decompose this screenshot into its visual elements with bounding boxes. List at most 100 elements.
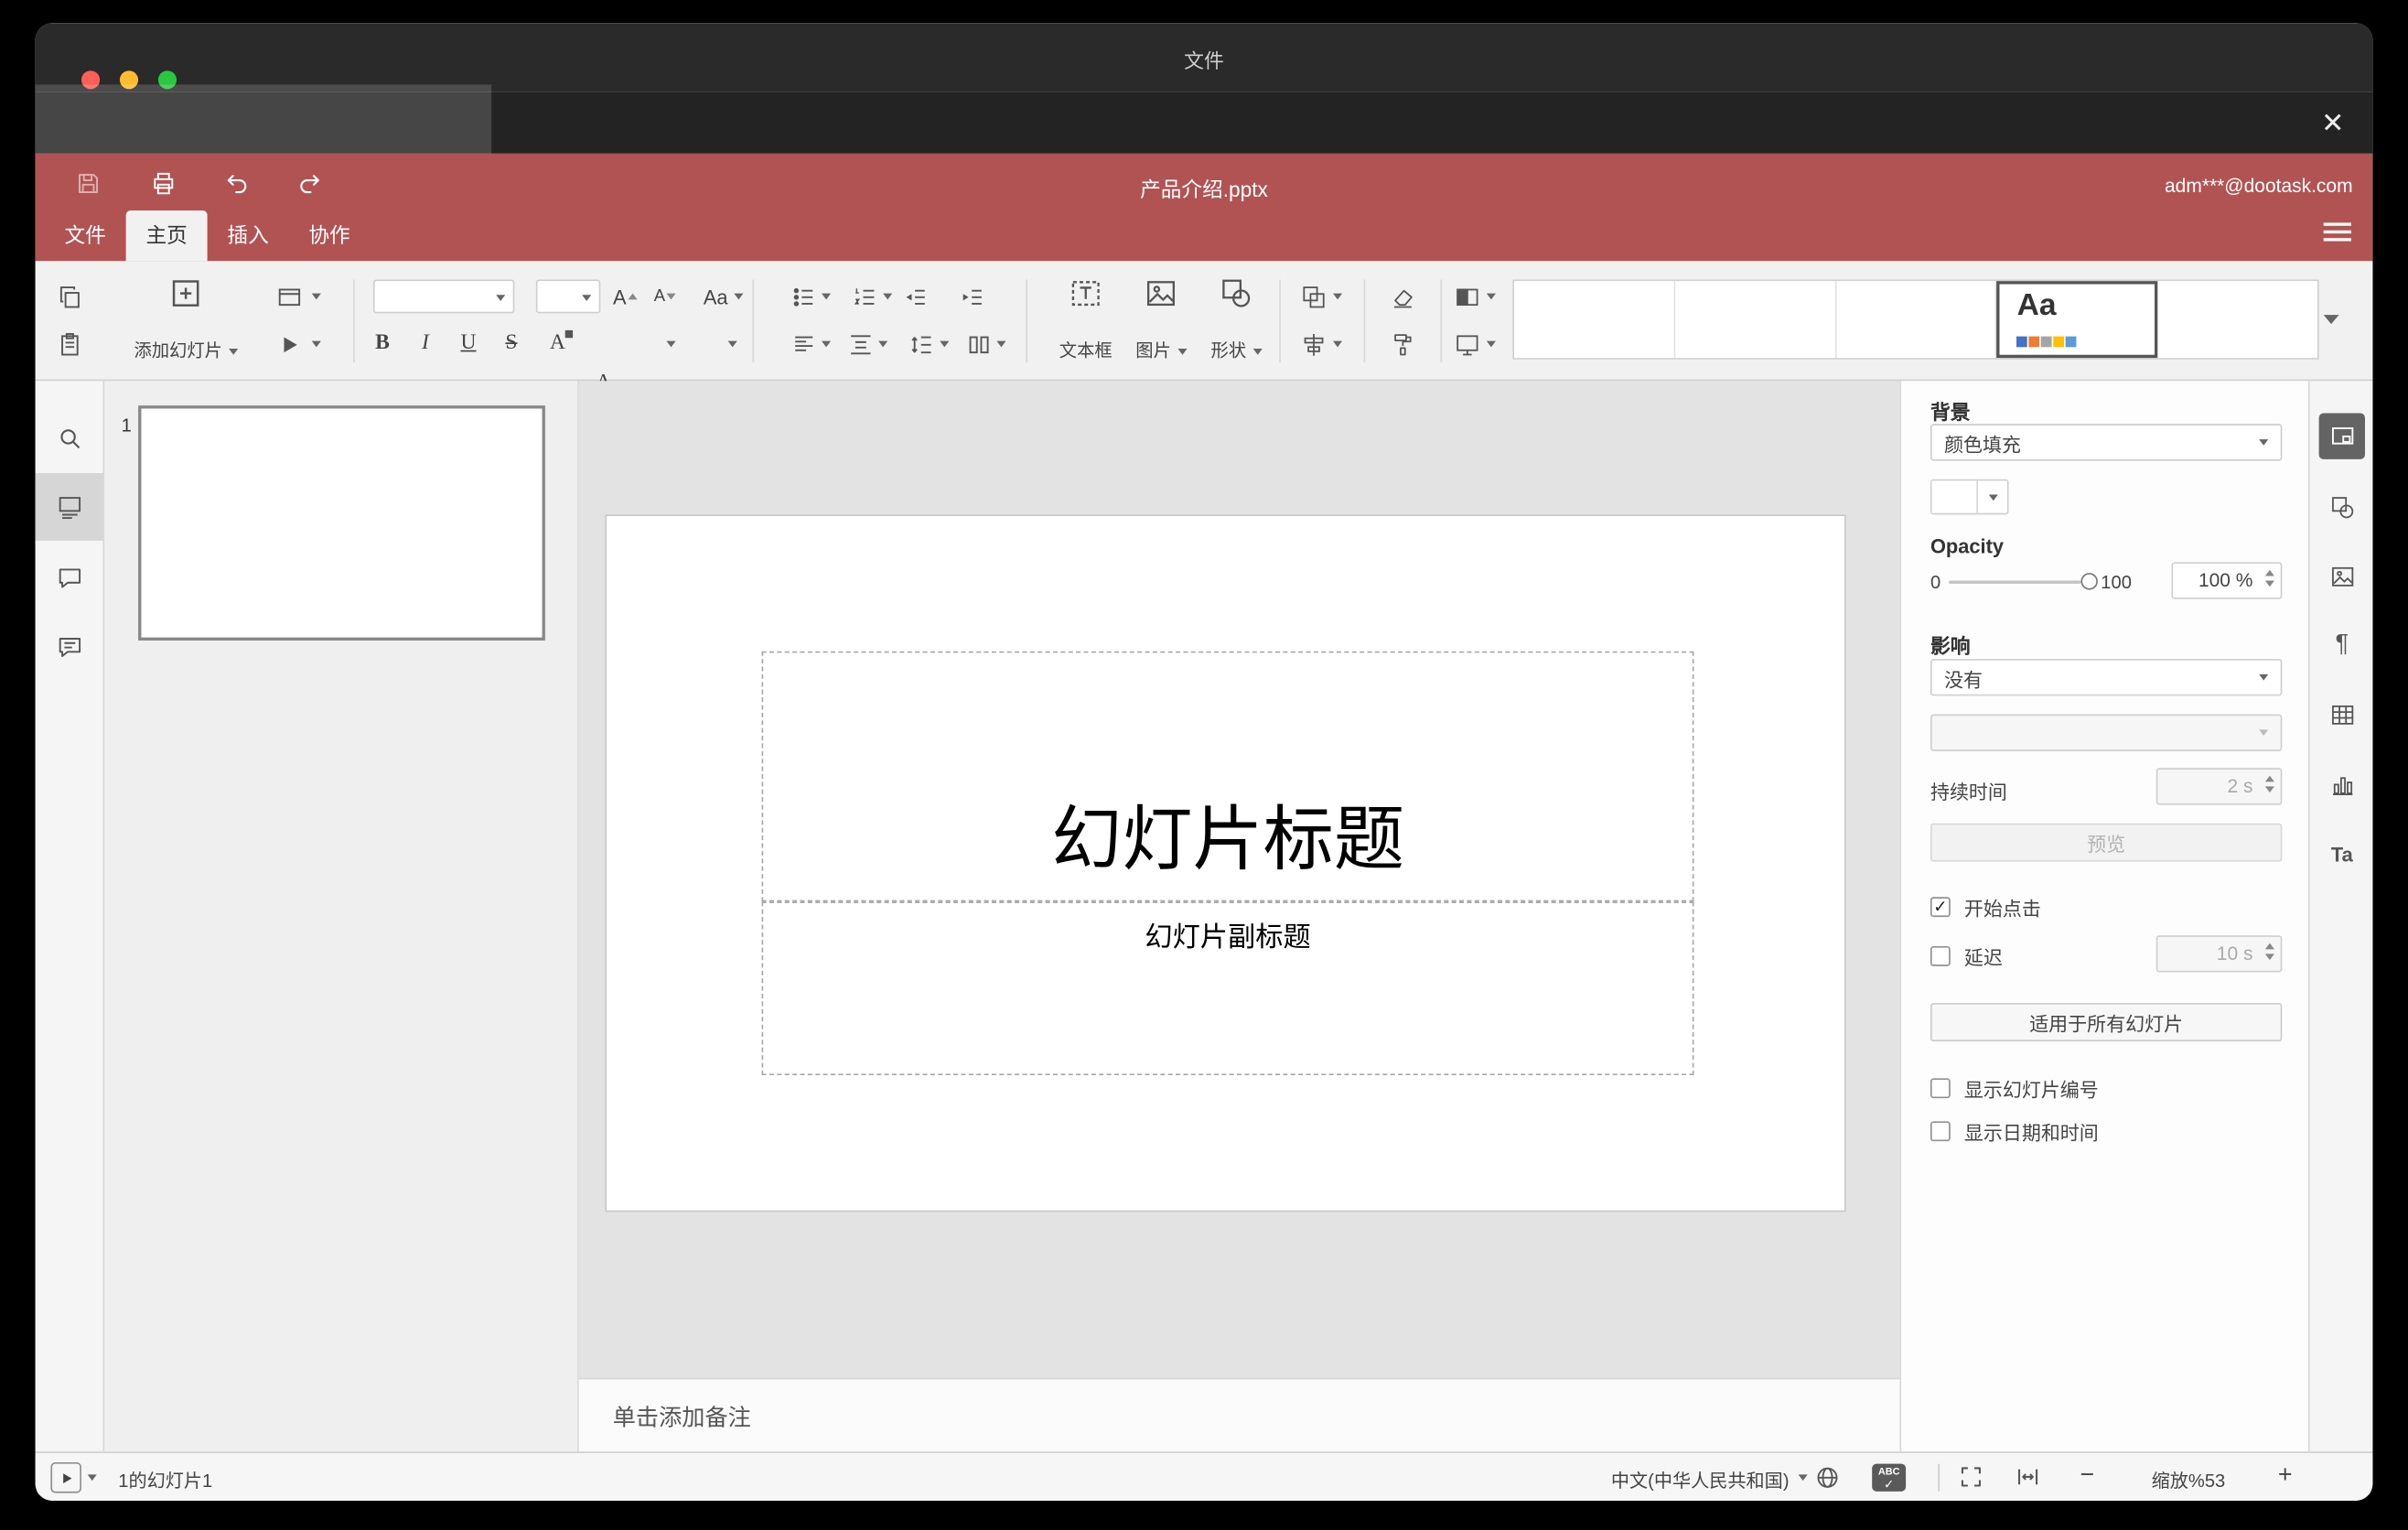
slide-settings-icon-active[interactable] [2318, 413, 2365, 459]
chevron-down-icon[interactable] [996, 340, 1006, 348]
font-size-select[interactable] [535, 279, 601, 314]
vertical-align-button[interactable] [840, 324, 880, 364]
chevron-down-icon[interactable] [87, 1474, 97, 1482]
theme-option[interactable] [2157, 281, 2317, 359]
decrease-indent-button[interactable] [896, 276, 936, 317]
title-placeholder[interactable]: 幻灯片标题 [761, 651, 1694, 902]
fit-width-icon[interactable] [2015, 1464, 2042, 1492]
table-settings-icon[interactable] [2322, 695, 2362, 735]
horizontal-align-button[interactable] [783, 324, 823, 364]
insert-textbox-button[interactable]: 文本框 [1041, 272, 1130, 367]
bullets-button[interactable] [783, 276, 823, 317]
tab-insert[interactable]: 插入 [208, 210, 289, 261]
start-slideshow-button[interactable] [269, 324, 309, 364]
spellcheck-icon[interactable]: ABC ✓ [1872, 1463, 1907, 1492]
insert-shape-button[interactable]: 形状 [1193, 272, 1279, 367]
slide-size-button[interactable] [1446, 324, 1487, 364]
search-icon[interactable] [49, 418, 90, 458]
gallery-expand-chevron-icon[interactable] [2323, 315, 2339, 325]
paste-button[interactable] [49, 324, 90, 364]
image-settings-icon[interactable] [2322, 556, 2362, 597]
start-on-click-checkbox-row[interactable]: ✓ 开始点击 [1930, 892, 2041, 921]
opacity-slider-track[interactable] [1949, 580, 2081, 584]
insert-image-button[interactable]: 图片 [1118, 272, 1204, 367]
increase-font-button[interactable]: A [605, 276, 645, 317]
theme-option[interactable] [1835, 281, 1997, 359]
start-slideshow-status-button[interactable] [50, 1461, 81, 1493]
checkbox-checked[interactable]: ✓ [1930, 897, 1951, 918]
numbering-button[interactable] [844, 276, 885, 317]
chevron-down-icon[interactable] [1486, 340, 1496, 348]
chevron-down-icon[interactable] [883, 293, 893, 300]
superscript-button[interactable]: A [537, 324, 577, 364]
strikethrough-button[interactable]: S [491, 324, 532, 364]
chart-settings-icon[interactable] [2322, 765, 2362, 805]
chevron-down-icon[interactable] [1798, 1474, 1808, 1482]
theme-option[interactable] [1514, 281, 1675, 359]
tab-home[interactable]: 主页 [125, 210, 208, 262]
subtitle-placeholder[interactable]: 幻灯片副标题 [761, 901, 1694, 1075]
slide-canvas[interactable]: 幻灯片标题 幻灯片副标题 [605, 514, 1846, 1212]
chevron-down-icon[interactable] [666, 340, 676, 348]
chevron-down-icon[interactable] [1332, 293, 1343, 300]
theme-option-selected[interactable]: Aa [1996, 281, 2158, 359]
fit-slide-icon[interactable] [1958, 1464, 1985, 1492]
line-spacing-button[interactable] [901, 324, 941, 364]
zoom-out-button[interactable]: − [2075, 1462, 2100, 1490]
apply-to-all-slides-button[interactable]: 适用于所有幻灯片 [1930, 1003, 2283, 1042]
increase-indent-button[interactable] [952, 276, 993, 317]
bold-button[interactable]: B [362, 324, 403, 364]
zoom-in-button[interactable]: + [2273, 1462, 2297, 1490]
slide-thumbnail[interactable] [138, 405, 545, 641]
font-name-select[interactable] [372, 279, 515, 314]
chevron-down-icon[interactable] [311, 340, 321, 348]
show-slide-number-checkbox-row[interactable]: 显示幻灯片编号 [1930, 1073, 2099, 1103]
add-slide-button[interactable]: 添加幻灯片 [124, 272, 247, 367]
paragraph-settings-icon[interactable]: ¶ [2322, 625, 2362, 665]
copy-style-button[interactable] [1382, 324, 1423, 364]
align-shapes-button[interactable] [1293, 324, 1333, 364]
background-color-picker[interactable] [1930, 479, 2009, 515]
clear-style-button[interactable] [1382, 276, 1423, 317]
language-selector[interactable]: 中文(中华人民共和国) [1582, 1467, 1790, 1493]
chevron-down-icon[interactable] [878, 340, 888, 348]
columns-button[interactable] [958, 324, 998, 364]
comments-icon[interactable] [49, 557, 90, 598]
checkbox-unchecked[interactable] [1930, 945, 1951, 966]
textart-settings-icon[interactable]: Ta [2322, 834, 2362, 874]
underline-button[interactable]: U [448, 324, 489, 364]
shape-settings-icon[interactable] [2322, 487, 2362, 527]
effect-select[interactable]: 没有 [1930, 659, 2283, 696]
slides-panel-icon[interactable] [49, 487, 90, 527]
tab-collaboration[interactable]: 协作 [289, 210, 371, 261]
color-scheme-button[interactable] [1446, 276, 1487, 317]
chevron-down-icon[interactable] [940, 340, 950, 348]
opacity-input[interactable]: 100 % [2171, 562, 2283, 599]
arrange-shapes-button[interactable] [1293, 276, 1333, 317]
chevron-down-icon[interactable] [727, 340, 737, 348]
chat-icon[interactable] [49, 627, 90, 667]
change-case-button[interactable]: Aa [693, 276, 754, 317]
theme-option[interactable] [1674, 281, 1836, 359]
spinner-arrows[interactable] [2264, 569, 2274, 587]
tab-file[interactable]: 文件 [45, 210, 126, 261]
set-language-globe-icon[interactable] [1813, 1464, 1841, 1492]
chevron-down-icon[interactable] [1486, 293, 1496, 300]
copy-button[interactable] [49, 276, 90, 317]
decrease-font-button[interactable]: A [645, 276, 685, 317]
checkbox-unchecked[interactable] [1930, 1078, 1951, 1099]
hamburger-menu-icon[interactable] [2323, 222, 2351, 243]
fill-type-select[interactable]: 颜色填充 [1930, 424, 2283, 461]
chevron-down-icon[interactable] [1332, 340, 1343, 348]
checkbox-unchecked[interactable] [1930, 1121, 1951, 1142]
notes-area[interactable]: 单击添加备注 [578, 1377, 1900, 1452]
chevron-down-icon[interactable] [311, 293, 321, 300]
italic-button[interactable]: I [405, 324, 446, 364]
chevron-down-icon[interactable] [822, 340, 832, 348]
close-icon[interactable]: ✕ [2315, 104, 2351, 141]
opacity-slider-knob[interactable] [2080, 573, 2098, 590]
chevron-down-icon[interactable] [822, 293, 832, 300]
delay-checkbox-row[interactable]: 延迟 [1930, 942, 2003, 971]
slide-layout-button[interactable] [269, 276, 309, 317]
show-date-time-checkbox-row[interactable]: 显示日期和时间 [1930, 1116, 2099, 1146]
